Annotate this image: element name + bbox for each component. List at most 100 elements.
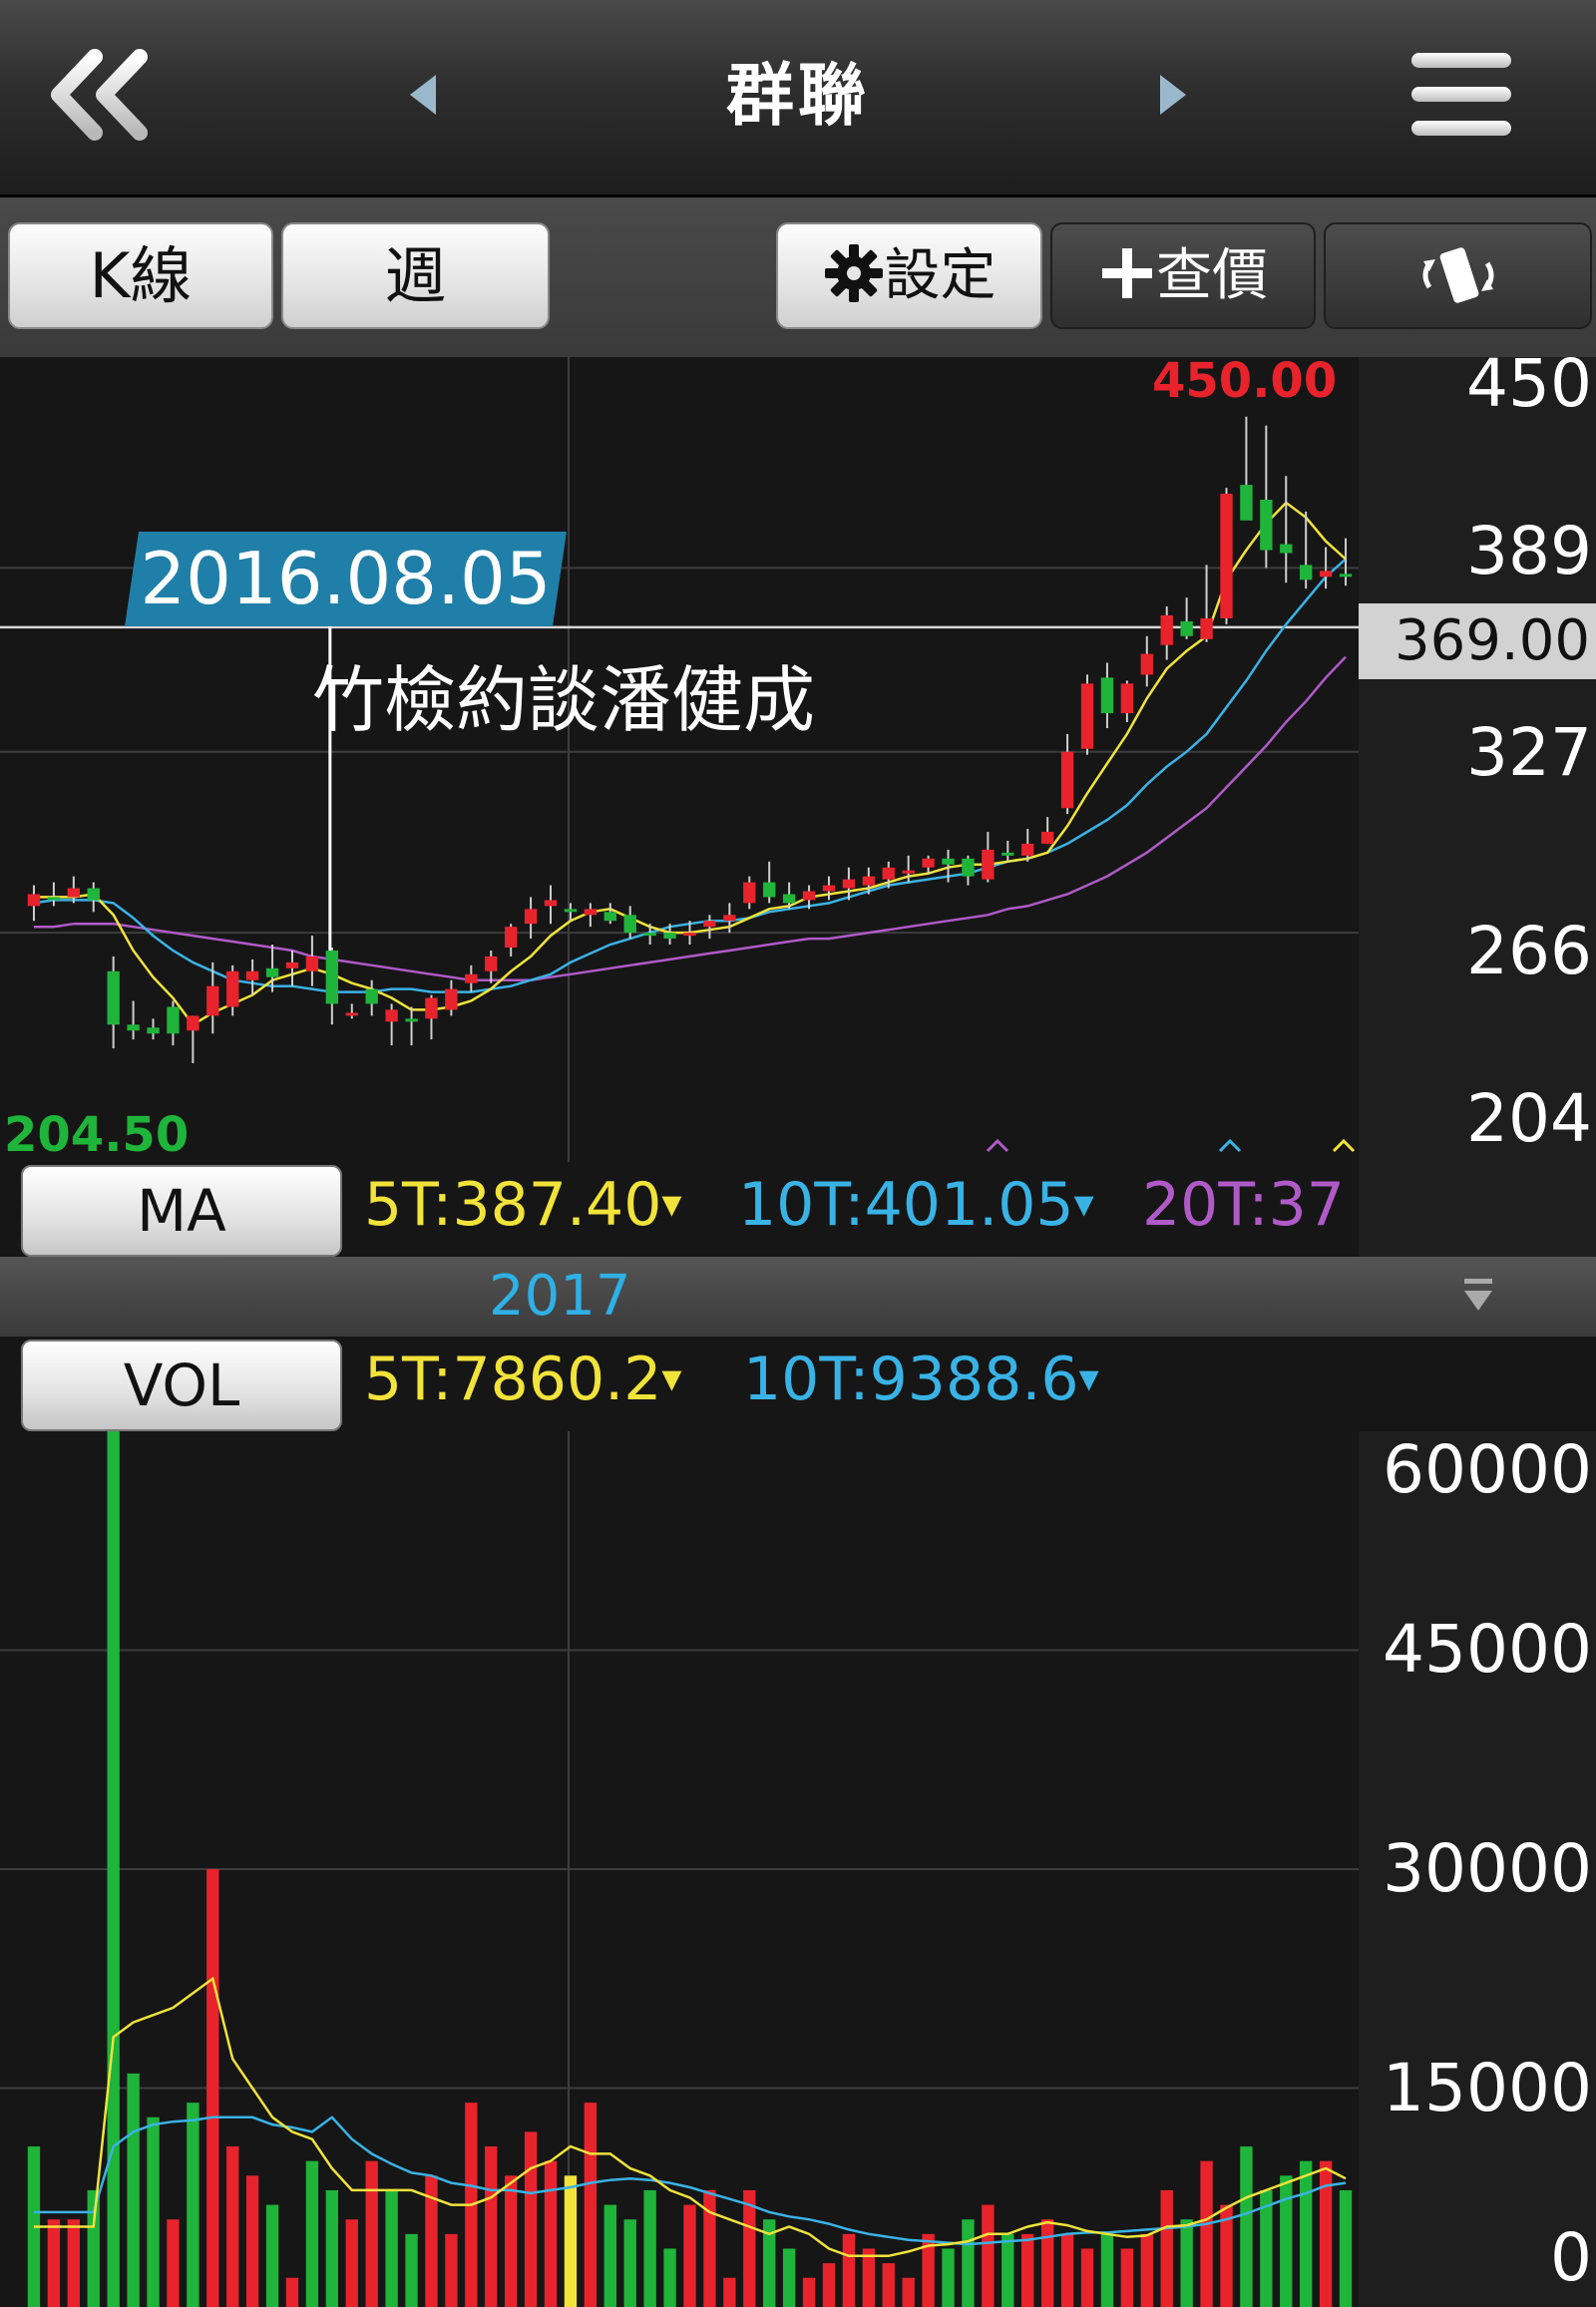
date-axis-bar: 2017: [0, 1257, 1596, 1337]
vol-button-label: VOL: [123, 1351, 240, 1419]
ma-button[interactable]: MA: [21, 1165, 342, 1257]
vol-legend-bar: VOL 5T:7860.2▾ 10T:9388.6▾: [0, 1337, 1596, 1431]
weekly-period-button[interactable]: 週: [281, 222, 550, 329]
volume-bar: [206, 1869, 219, 2307]
volume-bar: [107, 1431, 120, 2307]
weekly-period-label: 週: [384, 239, 447, 312]
down-arrow-icon: ▾: [661, 1355, 682, 1401]
up-candle: [902, 870, 915, 874]
quote-button[interactable]: 查價: [1050, 222, 1316, 329]
up-candle: [1060, 751, 1074, 809]
down-candle: [782, 894, 796, 904]
down-candle: [265, 967, 279, 977]
up-candle: [1080, 683, 1094, 749]
down-arrow-icon: ▾: [1073, 1181, 1094, 1227]
up-candle: [1319, 571, 1333, 577]
down-candle: [623, 915, 636, 934]
down-candle: [1240, 485, 1253, 521]
ma20-value: 20T:37: [1142, 1170, 1345, 1240]
volume-bar: [445, 2233, 458, 2307]
up-candle: [245, 970, 259, 980]
settings-label: 設定: [884, 243, 997, 308]
volume-bar: [1200, 2160, 1213, 2307]
volume-tick-30000: 30000: [1383, 1830, 1592, 1907]
down-candle: [1280, 544, 1293, 554]
current-price-tag: 369.00: [1359, 603, 1596, 679]
price-tick-204: 204: [1466, 1080, 1592, 1157]
volume-bar: [345, 2219, 358, 2307]
rotate-screen-icon: [1422, 247, 1493, 303]
volume-bar: [305, 2160, 319, 2307]
volume-bar: [782, 2248, 796, 2307]
kline-button-label: K線: [89, 239, 193, 312]
volume-bar: [584, 2103, 598, 2307]
previous-stock-button[interactable]: [404, 70, 444, 120]
double-chevron-left-icon: [51, 49, 148, 141]
volume-bar: [285, 2277, 299, 2307]
up-candle: [445, 988, 458, 1010]
volume-bar: [47, 2219, 61, 2307]
volume-bar: [365, 2160, 378, 2307]
price-chart-panel[interactable]: 450 389 327 266 204 369.00 450.00 204.50…: [0, 345, 1596, 1163]
up-candle: [703, 921, 716, 928]
menu-button[interactable]: [1411, 45, 1521, 145]
settings-button[interactable]: 設定: [776, 222, 1042, 329]
up-candle: [305, 956, 319, 971]
down-candle: [107, 970, 120, 1025]
vol-button[interactable]: VOL: [21, 1340, 342, 1431]
back-button[interactable]: [45, 45, 165, 145]
volume-bar: [723, 2277, 736, 2307]
volume-bar: [325, 2189, 339, 2307]
down-candle: [325, 950, 339, 1004]
menu-icon-bar: [1411, 121, 1511, 136]
ma20-legend: 20T:37: [1142, 1170, 1345, 1240]
volume-bar: [1060, 2233, 1074, 2307]
kline-button[interactable]: K線: [8, 222, 273, 329]
volume-bar: [1021, 2233, 1034, 2307]
volume-bar: [1120, 2248, 1134, 2307]
price-tick-389: 389: [1466, 513, 1592, 589]
annotation-date-badge: 2016.08.05: [125, 532, 567, 626]
down-candle: [962, 858, 975, 877]
next-stock-button[interactable]: [1152, 70, 1192, 120]
gear-icon: [824, 244, 883, 302]
volume-bar: [504, 2175, 518, 2307]
ma5-value: 5T:387.40: [364, 1170, 662, 1240]
up-candle: [743, 882, 756, 904]
stock-title: 群聯: [725, 57, 870, 136]
up-candle: [982, 849, 995, 880]
ma-legend-bar: MA 5T:387.40▾ 10T:401.05▾ 20T:37: [0, 1162, 1359, 1257]
period-high-label: 450.00: [1152, 353, 1338, 409]
down-candle: [763, 882, 776, 898]
quote-label: 查價: [1156, 243, 1268, 308]
volume-bar: [842, 2233, 856, 2307]
vol-ma5-legend: 5T:7860.2▾: [364, 1345, 681, 1414]
down-candle: [365, 988, 378, 1004]
up-candle: [524, 909, 538, 925]
price-tick-266: 266: [1466, 913, 1592, 989]
volume-bar: [643, 2189, 656, 2307]
volume-tick-15000: 15000: [1383, 2050, 1592, 2126]
volume-chart[interactable]: [0, 1431, 1596, 2307]
volume-bar: [245, 2175, 259, 2307]
up-candle: [285, 961, 299, 968]
up-candle: [27, 894, 41, 907]
up-candle: [584, 909, 598, 916]
ma-bar-axis-area: [1359, 1162, 1596, 1257]
rotate-screen-button[interactable]: [1324, 222, 1592, 329]
down-candle: [942, 858, 955, 865]
triangle-right-icon: [1160, 75, 1186, 115]
annotation-date: 2016.08.05: [140, 537, 552, 620]
volume-bar: [982, 2204, 995, 2307]
volume-bar: [167, 2219, 180, 2307]
crossover-marker: [986, 1138, 1009, 1153]
up-candle: [187, 1015, 200, 1031]
period-low-label: 204.50: [4, 1107, 190, 1163]
down-candle: [663, 933, 676, 940]
volume-chart-panel[interactable]: 60000 45000 30000 15000 0: [0, 1431, 1596, 2307]
volume-bar: [405, 2233, 418, 2307]
collapse-arrow-icon[interactable]: [1458, 1275, 1498, 1319]
volume-bar: [564, 2175, 578, 2307]
volume-bar: [226, 2146, 239, 2307]
candlestick-chart[interactable]: [0, 357, 1596, 1162]
